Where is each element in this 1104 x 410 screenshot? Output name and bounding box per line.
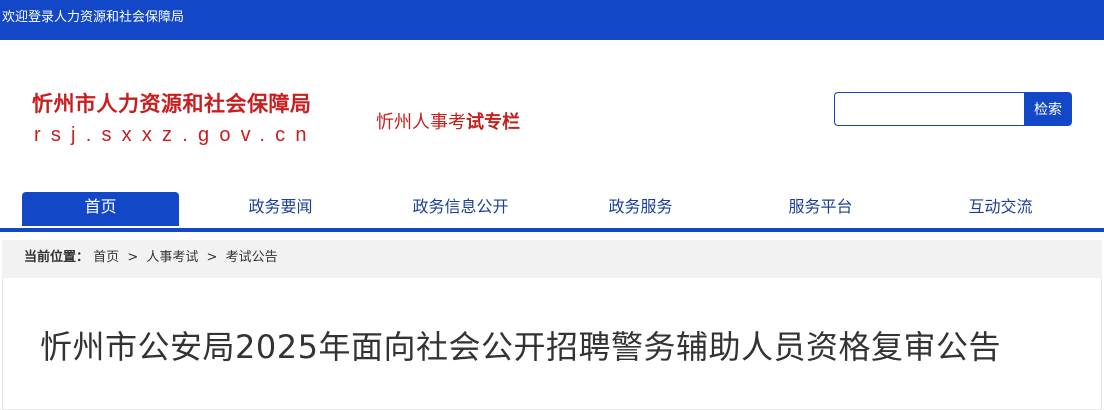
top-welcome-bar: 欢迎登录人力资源和社会保障局 (0, 0, 1104, 40)
exam-link-emphasis: 试专栏 (466, 112, 520, 133)
nav-item-home[interactable]: 首页 (22, 192, 179, 226)
nav-underline (0, 228, 1104, 232)
breadcrumb-item-exam[interactable]: 人事考试 (146, 250, 198, 265)
breadcrumb-item-home[interactable]: 首页 (93, 250, 119, 265)
site-logo-title[interactable]: 忻州市人力资源和社会保障局 (32, 88, 312, 118)
breadcrumb-label: 当前位置： (24, 250, 90, 265)
exam-link-prefix: 忻州人事考 (376, 112, 466, 133)
page-title: 忻州市公安局2025年面向社会公开招聘警务辅助人员资格复审公告 (40, 328, 1001, 366)
nav-item-services[interactable]: 政务服务 (562, 192, 719, 226)
welcome-text: 欢迎登录人力资源和社会保障局 (2, 10, 185, 25)
breadcrumb-item-announcement[interactable]: 考试公告 (226, 250, 278, 265)
site-logo-url: rsj.sxxz.gov.cn (34, 124, 317, 146)
nav-item-news[interactable]: 政务要闻 (202, 192, 359, 226)
search-input[interactable] (834, 92, 1026, 126)
nav-item-platform[interactable]: 服务平台 (742, 192, 899, 226)
breadcrumb-separator: > (127, 250, 139, 265)
nav-item-info-disclosure[interactable]: 政务信息公开 (382, 192, 539, 226)
search-button[interactable]: 检索 (1024, 92, 1072, 126)
breadcrumb-separator: > (206, 250, 218, 265)
exam-column-link[interactable]: 忻州人事考试专栏 (376, 108, 520, 134)
breadcrumb: 当前位置： 首页 > 人事考试 > 考试公告 (2, 240, 1102, 278)
nav-item-interaction[interactable]: 互动交流 (922, 192, 1079, 226)
